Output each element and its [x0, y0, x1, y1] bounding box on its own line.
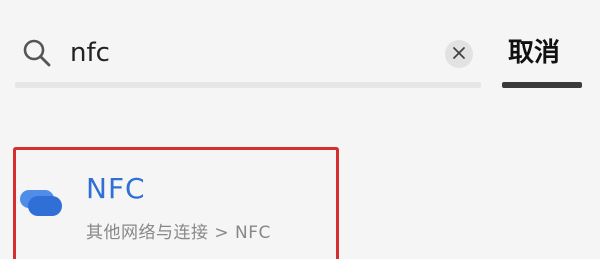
search-bar: 取消 — [0, 0, 600, 110]
result-breadcrumb: 其他网络与连接 > NFC — [86, 223, 271, 243]
nfc-toggle-icon — [20, 186, 64, 218]
clear-search-button[interactable] — [445, 40, 473, 68]
close-icon — [452, 45, 466, 64]
cancel-underline — [502, 82, 582, 88]
settings-search-screen: 取消 NFC 其他网络与连接 > NFC — [0, 0, 600, 259]
result-title: NFC — [86, 172, 146, 205]
search-result-item[interactable]: NFC 其他网络与连接 > NFC — [13, 147, 339, 259]
cancel-button[interactable]: 取消 — [508, 33, 560, 73]
search-icon — [22, 38, 52, 68]
search-input[interactable] — [70, 33, 430, 73]
search-underline — [15, 82, 481, 88]
